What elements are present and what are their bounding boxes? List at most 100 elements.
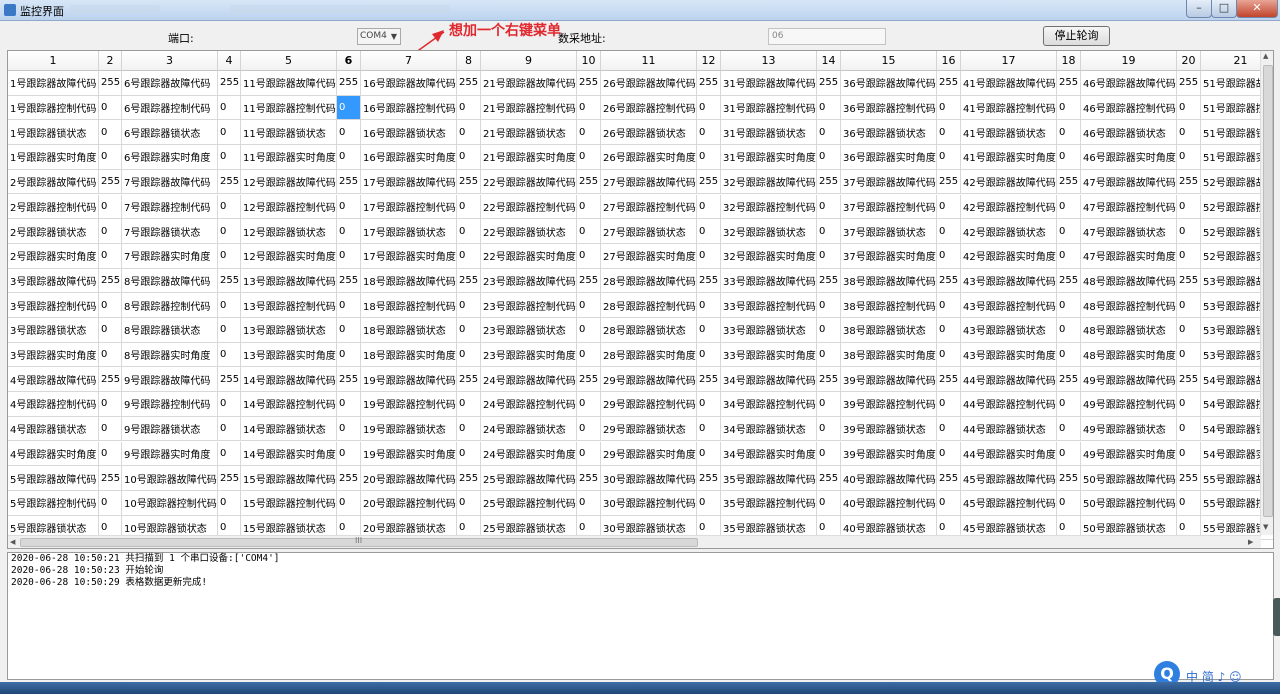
table-cell[interactable]: 39号跟踪器锁状态 xyxy=(841,417,937,442)
data-table[interactable]: 1234567891011121314151617181920211号跟踪器故障… xyxy=(7,50,1274,549)
table-cell[interactable]: 40号跟踪器故障代码 xyxy=(841,466,937,491)
table-cell[interactable]: 0 xyxy=(937,491,961,516)
table-cell[interactable]: 46号跟踪器实时角度 xyxy=(1081,145,1177,170)
table-cell[interactable]: 0 xyxy=(937,293,961,318)
table-cell[interactable]: 0 xyxy=(577,120,601,145)
table-cell[interactable]: 255 xyxy=(218,466,241,491)
table-cell[interactable]: 35号跟踪器故障代码 xyxy=(721,466,817,491)
table-cell[interactable]: 14号跟踪器锁状态 xyxy=(241,417,337,442)
table-cell[interactable]: 19号跟踪器锁状态 xyxy=(361,417,457,442)
vertical-scrollbar[interactable]: ▲ ▼ xyxy=(1260,51,1273,535)
table-cell[interactable]: 34号跟踪器控制代码 xyxy=(721,392,817,417)
table-cell[interactable]: 0 xyxy=(99,491,122,516)
table-cell[interactable]: 50号跟踪器控制代码 xyxy=(1081,491,1177,516)
table-cell[interactable]: 19号跟踪器实时角度 xyxy=(361,442,457,467)
table-cell[interactable]: 0 xyxy=(817,318,841,343)
table-cell[interactable]: 255 xyxy=(697,466,721,491)
table-cell[interactable]: 255 xyxy=(577,170,601,195)
table-cell[interactable]: 0 xyxy=(337,491,361,516)
table-cell[interactable]: 28号跟踪器锁状态 xyxy=(601,318,697,343)
table-cell[interactable]: 27号跟踪器故障代码 xyxy=(601,170,697,195)
table-cell[interactable]: 47号跟踪器锁状态 xyxy=(1081,219,1177,244)
table-cell[interactable]: 29号跟踪器实时角度 xyxy=(601,442,697,467)
table-cell[interactable]: 21号跟踪器实时角度 xyxy=(481,145,577,170)
scroll-left-icon[interactable]: ◀ xyxy=(10,538,15,546)
column-header[interactable]: 4 xyxy=(218,51,241,71)
table-cell[interactable]: 0 xyxy=(457,318,481,343)
column-header[interactable]: 13 xyxy=(721,51,817,71)
table-cell[interactable]: 0 xyxy=(457,293,481,318)
table-cell[interactable]: 32号跟踪器锁状态 xyxy=(721,219,817,244)
table-cell[interactable]: 13号跟踪器锁状态 xyxy=(241,318,337,343)
table-cell[interactable]: 17号跟踪器实时角度 xyxy=(361,244,457,269)
table-cell[interactable]: 0 xyxy=(817,219,841,244)
table-cell[interactable]: 35号跟踪器控制代码 xyxy=(721,491,817,516)
table-cell[interactable]: 0 xyxy=(697,145,721,170)
table-cell[interactable]: 16号跟踪器锁状态 xyxy=(361,120,457,145)
table-cell[interactable]: 0 xyxy=(1177,145,1201,170)
table-cell[interactable]: 1号跟踪器控制代码 xyxy=(8,96,99,121)
table-cell[interactable]: 0 xyxy=(1177,343,1201,368)
table-cell[interactable]: 24号跟踪器控制代码 xyxy=(481,392,577,417)
column-header[interactable]: 3 xyxy=(122,51,218,71)
table-cell[interactable]: 4号跟踪器实时角度 xyxy=(8,442,99,467)
table-cell[interactable]: 255 xyxy=(937,466,961,491)
table-cell[interactable]: 0 xyxy=(1057,96,1081,121)
table-cell[interactable]: 255 xyxy=(1057,466,1081,491)
table-cell[interactable]: 38号跟踪器故障代码 xyxy=(841,269,937,294)
table-cell[interactable]: 2号跟踪器锁状态 xyxy=(8,219,99,244)
table-cell[interactable]: 0 xyxy=(1177,195,1201,220)
table-cell[interactable]: 0 xyxy=(577,244,601,269)
table-cell[interactable]: 0 xyxy=(697,120,721,145)
table-cell[interactable]: 0 xyxy=(577,96,601,121)
table-cell[interactable]: 34号跟踪器故障代码 xyxy=(721,367,817,392)
table-cell[interactable]: 255 xyxy=(457,269,481,294)
table-cell[interactable]: 43号跟踪器实时角度 xyxy=(961,343,1057,368)
table-cell[interactable]: 0 xyxy=(1057,244,1081,269)
table-cell[interactable]: 24号跟踪器锁状态 xyxy=(481,417,577,442)
table-cell[interactable]: 0 xyxy=(1057,392,1081,417)
table-cell[interactable]: 0 xyxy=(1177,96,1201,121)
table-cell[interactable]: 255 xyxy=(218,269,241,294)
table-cell[interactable]: 42号跟踪器实时角度 xyxy=(961,244,1057,269)
table-cell[interactable]: 31号跟踪器故障代码 xyxy=(721,71,817,96)
table-cell[interactable]: 7号跟踪器锁状态 xyxy=(122,219,218,244)
table-cell[interactable]: 255 xyxy=(1177,466,1201,491)
table-cell[interactable]: 0 xyxy=(218,244,241,269)
table-cell[interactable]: 21号跟踪器锁状态 xyxy=(481,120,577,145)
table-cell[interactable]: 43号跟踪器故障代码 xyxy=(961,269,1057,294)
table-cell[interactable]: 37号跟踪器控制代码 xyxy=(841,195,937,220)
table-cell[interactable]: 49号跟踪器实时角度 xyxy=(1081,442,1177,467)
table-cell[interactable]: 46号跟踪器控制代码 xyxy=(1081,96,1177,121)
table-cell[interactable]: 3号跟踪器实时角度 xyxy=(8,343,99,368)
table-cell[interactable]: 46号跟踪器锁状态 xyxy=(1081,120,1177,145)
table-cell[interactable]: 18号跟踪器实时角度 xyxy=(361,343,457,368)
table-cell[interactable]: 255 xyxy=(937,170,961,195)
table-cell[interactable]: 255 xyxy=(337,367,361,392)
table-cell[interactable]: 255 xyxy=(337,466,361,491)
table-cell[interactable]: 0 xyxy=(817,293,841,318)
table-cell[interactable]: 0 xyxy=(697,96,721,121)
table-cell[interactable]: 30号跟踪器故障代码 xyxy=(601,466,697,491)
table-cell[interactable]: 42号跟踪器故障代码 xyxy=(961,170,1057,195)
table-cell[interactable]: 0 xyxy=(99,96,122,121)
table-cell[interactable]: 44号跟踪器实时角度 xyxy=(961,442,1057,467)
table-cell[interactable]: 41号跟踪器控制代码 xyxy=(961,96,1057,121)
table-cell[interactable]: 0 xyxy=(218,491,241,516)
table-cell[interactable]: 3号跟踪器控制代码 xyxy=(8,293,99,318)
table-cell[interactable]: 28号跟踪器故障代码 xyxy=(601,269,697,294)
table-cell[interactable]: 255 xyxy=(937,71,961,96)
column-header[interactable]: 19 xyxy=(1081,51,1177,71)
table-cell[interactable]: 255 xyxy=(337,269,361,294)
table-cell[interactable]: 0 xyxy=(817,120,841,145)
table-cell[interactable]: 0 xyxy=(218,219,241,244)
table-cell[interactable]: 43号跟踪器控制代码 xyxy=(961,293,1057,318)
column-header[interactable]: 9 xyxy=(481,51,577,71)
table-cell[interactable]: 17号跟踪器锁状态 xyxy=(361,219,457,244)
table-cell[interactable]: 255 xyxy=(1057,269,1081,294)
table-cell[interactable]: 0 xyxy=(1177,318,1201,343)
table-cell[interactable]: 255 xyxy=(937,269,961,294)
table-cell[interactable]: 49号跟踪器故障代码 xyxy=(1081,367,1177,392)
table-cell[interactable]: 48号跟踪器控制代码 xyxy=(1081,293,1177,318)
table-cell[interactable]: 25号跟踪器故障代码 xyxy=(481,466,577,491)
